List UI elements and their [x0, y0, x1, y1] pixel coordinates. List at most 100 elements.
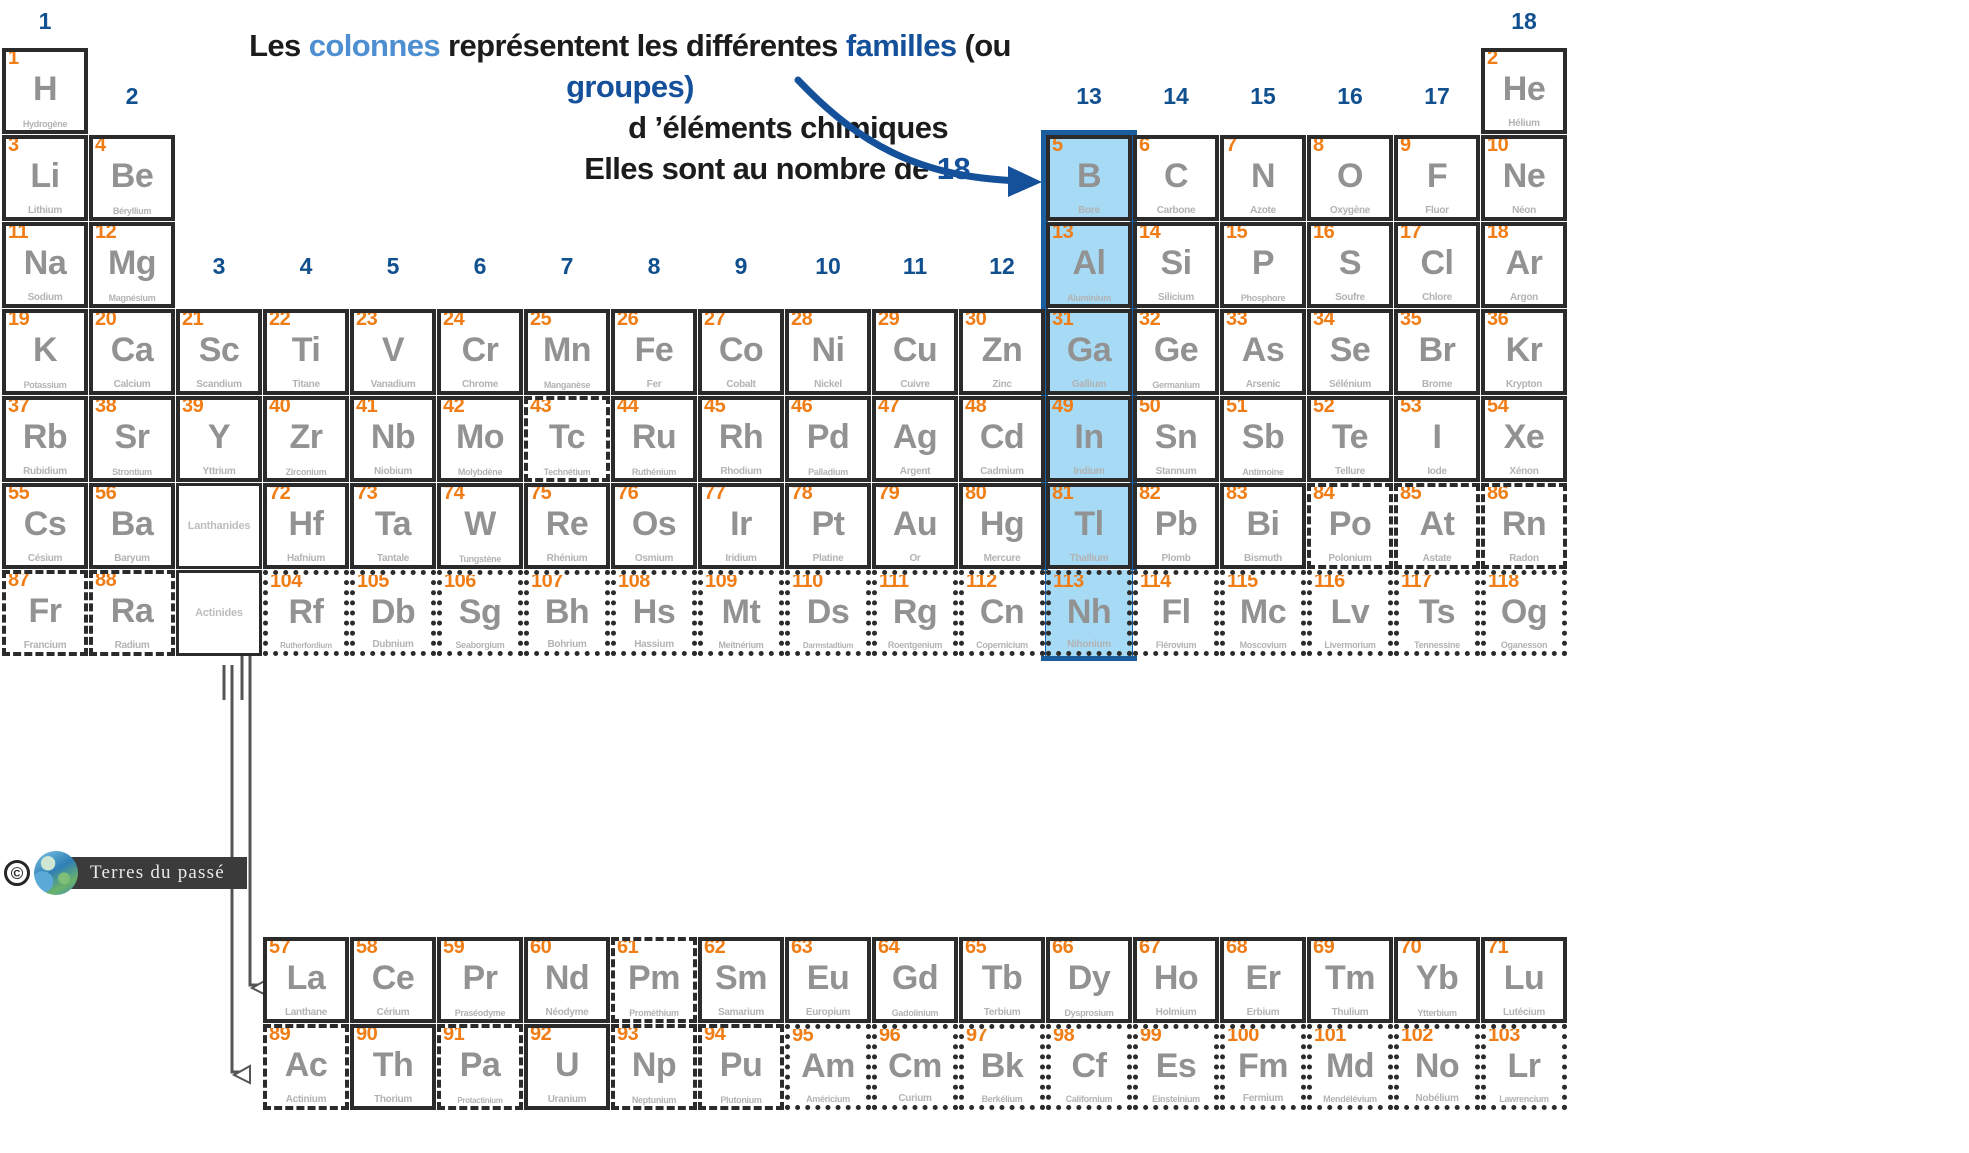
element-cell-nh[interactable]: 113 Nh Nihonium — [1046, 570, 1132, 656]
element-cell-mg[interactable]: 12 Mg Magnésium — [89, 222, 175, 308]
element-cell-ge[interactable]: 32 Ge Germanium — [1133, 309, 1219, 395]
element-cell-in[interactable]: 49 In Indium — [1046, 396, 1132, 482]
element-cell-bk[interactable]: 97 Bk Berkélium — [959, 1024, 1045, 1110]
element-cell-be[interactable]: 4 Be Béryllium — [89, 135, 175, 221]
element-cell-po[interactable]: 84 Po Polonium — [1307, 483, 1393, 569]
element-cell-bh[interactable]: 107 Bh Bohrium — [524, 570, 610, 656]
element-cell-no[interactable]: 102 No Nobélium — [1394, 1024, 1480, 1110]
element-cell-hf[interactable]: 72 Hf Hafnium — [263, 483, 349, 569]
element-cell-s[interactable]: 16 S Soufre — [1307, 222, 1393, 308]
element-cell-ce[interactable]: 58 Ce Cérium — [350, 937, 436, 1023]
element-cell-zr[interactable]: 40 Zr Zirconium — [263, 396, 349, 482]
element-cell-re[interactable]: 75 Re Rhénium — [524, 483, 610, 569]
element-cell-tl[interactable]: 81 Tl Thallium — [1046, 483, 1132, 569]
element-cell-es[interactable]: 99 Es Einsteinium — [1133, 1024, 1219, 1110]
element-cell-h[interactable]: 1 H Hydrogène — [2, 48, 88, 134]
element-cell-n[interactable]: 7 N Azote — [1220, 135, 1306, 221]
element-cell-rh[interactable]: 45 Rh Rhodium — [698, 396, 784, 482]
element-cell-li[interactable]: 3 Li Lithium — [2, 135, 88, 221]
element-cell-ru[interactable]: 44 Ru Ruthénium — [611, 396, 697, 482]
element-cell-pb[interactable]: 82 Pb Plomb — [1133, 483, 1219, 569]
element-cell-nd[interactable]: 60 Nd Néodyme — [524, 937, 610, 1023]
element-cell-na[interactable]: 11 Na Sodium — [2, 222, 88, 308]
element-cell-mo[interactable]: 42 Mo Molybdène — [437, 396, 523, 482]
element-cell-og[interactable]: 118 Og Oganesson — [1481, 570, 1567, 656]
element-cell-rb[interactable]: 37 Rb Rubidium — [2, 396, 88, 482]
element-cell-ac[interactable]: 89 Ac Actinium — [263, 1024, 349, 1110]
element-cell-nb[interactable]: 41 Nb Niobium — [350, 396, 436, 482]
element-cell-rn[interactable]: 86 Rn Radon — [1481, 483, 1567, 569]
element-cell-xe[interactable]: 54 Xe Xénon — [1481, 396, 1567, 482]
element-cell-tc[interactable]: 43 Tc Technétium — [524, 396, 610, 482]
element-cell-si[interactable]: 14 Si Silicium — [1133, 222, 1219, 308]
element-cell-ir[interactable]: 77 Ir Iridium — [698, 483, 784, 569]
element-cell-y[interactable]: 39 Y Yttrium — [176, 396, 262, 482]
element-cell-pr[interactable]: 59 Pr Praséodyme — [437, 937, 523, 1023]
element-cell-pd[interactable]: 46 Pd Palladium — [785, 396, 871, 482]
element-cell-ba[interactable]: 56 Ba Baryum — [89, 483, 175, 569]
element-cell-lr[interactable]: 103 Lr Lawrencium — [1481, 1024, 1567, 1110]
element-cell-te[interactable]: 52 Te Tellure — [1307, 396, 1393, 482]
element-cell-se[interactable]: 34 Se Sélénium — [1307, 309, 1393, 395]
element-cell-sr[interactable]: 38 Sr Strontium — [89, 396, 175, 482]
element-cell-cn[interactable]: 112 Cn Copernicium — [959, 570, 1045, 656]
element-cell-pm[interactable]: 61 Pm Prométhium — [611, 937, 697, 1023]
element-cell-cf[interactable]: 98 Cf Californium — [1046, 1024, 1132, 1110]
element-cell-sb[interactable]: 51 Sb Antimoine — [1220, 396, 1306, 482]
element-cell-fe[interactable]: 26 Fe Fer — [611, 309, 697, 395]
element-cell-mt[interactable]: 109 Mt Meitnérium — [698, 570, 784, 656]
element-cell-ta[interactable]: 73 Ta Tantale — [350, 483, 436, 569]
element-cell-rf[interactable]: 104 Rf Rutherfordium — [263, 570, 349, 656]
element-cell-tm[interactable]: 69 Tm Thulium — [1307, 937, 1393, 1023]
element-cell-yb[interactable]: 70 Yb Ytterbium — [1394, 937, 1480, 1023]
element-cell-f[interactable]: 9 F Fluor — [1394, 135, 1480, 221]
element-cell-cr[interactable]: 24 Cr Chrome — [437, 309, 523, 395]
element-cell-hg[interactable]: 80 Hg Mercure — [959, 483, 1045, 569]
element-cell-b[interactable]: 5 B Bore — [1046, 135, 1132, 221]
element-cell-k[interactable]: 19 K Potassium — [2, 309, 88, 395]
element-cell-la[interactable]: 57 La Lanthane — [263, 937, 349, 1023]
element-cell-md[interactable]: 101 Md Mendélévium — [1307, 1024, 1393, 1110]
element-cell-np[interactable]: 93 Np Neptunium — [611, 1024, 697, 1110]
element-cell-lu[interactable]: 71 Lu Lutécium — [1481, 937, 1567, 1023]
element-cell-sc[interactable]: 21 Sc Scandium — [176, 309, 262, 395]
element-cell-ts[interactable]: 117 Ts Tennessine — [1394, 570, 1480, 656]
element-cell-kr[interactable]: 36 Kr Krypton — [1481, 309, 1567, 395]
element-cell-zn[interactable]: 30 Zn Zinc — [959, 309, 1045, 395]
element-cell-dy[interactable]: 66 Dy Dysprosium — [1046, 937, 1132, 1023]
element-cell-hs[interactable]: 108 Hs Hassium — [611, 570, 697, 656]
element-cell-u[interactable]: 92 U Uranium — [524, 1024, 610, 1110]
element-cell-cs[interactable]: 55 Cs Césium — [2, 483, 88, 569]
element-cell-ca[interactable]: 20 Ca Calcium — [89, 309, 175, 395]
element-cell-i[interactable]: 53 I Iode — [1394, 396, 1480, 482]
element-cell-ni[interactable]: 28 Ni Nickel — [785, 309, 871, 395]
element-cell-sn[interactable]: 50 Sn Stannum — [1133, 396, 1219, 482]
element-cell-ag[interactable]: 47 Ag Argent — [872, 396, 958, 482]
element-cell-mn[interactable]: 25 Mn Manganèse — [524, 309, 610, 395]
element-cell-at[interactable]: 85 At Astate — [1394, 483, 1480, 569]
element-cell-au[interactable]: 79 Au Or — [872, 483, 958, 569]
element-cell-cu[interactable]: 29 Cu Cuivre — [872, 309, 958, 395]
element-cell-he[interactable]: 2 He Hélium — [1481, 48, 1567, 134]
element-cell-fr[interactable]: 87 Fr Francium — [2, 570, 88, 656]
element-cell-cm[interactable]: 96 Cm Curium — [872, 1024, 958, 1110]
element-cell-as[interactable]: 33 As Arsenic — [1220, 309, 1306, 395]
element-cell-w[interactable]: 74 W Tungstène — [437, 483, 523, 569]
element-cell-ho[interactable]: 67 Ho Holmium — [1133, 937, 1219, 1023]
element-cell-tb[interactable]: 65 Tb Terbium — [959, 937, 1045, 1023]
placeholder-cell-lanthanides[interactable]: Lanthanides — [176, 483, 262, 569]
element-cell-gd[interactable]: 64 Gd Gadolinium — [872, 937, 958, 1023]
element-cell-pt[interactable]: 78 Pt Platine — [785, 483, 871, 569]
element-cell-cd[interactable]: 48 Cd Cadmium — [959, 396, 1045, 482]
element-cell-eu[interactable]: 63 Eu Europium — [785, 937, 871, 1023]
element-cell-cl[interactable]: 17 Cl Chlore — [1394, 222, 1480, 308]
element-cell-lv[interactable]: 116 Lv Livermorium — [1307, 570, 1393, 656]
element-cell-db[interactable]: 105 Db Dubnium — [350, 570, 436, 656]
element-cell-sg[interactable]: 106 Sg Seaborgium — [437, 570, 523, 656]
element-cell-rg[interactable]: 111 Rg Roentgenium — [872, 570, 958, 656]
element-cell-pu[interactable]: 94 Pu Plutonium — [698, 1024, 784, 1110]
element-cell-fl[interactable]: 114 Fl Flérovium — [1133, 570, 1219, 656]
element-cell-sm[interactable]: 62 Sm Samarium — [698, 937, 784, 1023]
element-cell-co[interactable]: 27 Co Cobalt — [698, 309, 784, 395]
element-cell-ar[interactable]: 18 Ar Argon — [1481, 222, 1567, 308]
